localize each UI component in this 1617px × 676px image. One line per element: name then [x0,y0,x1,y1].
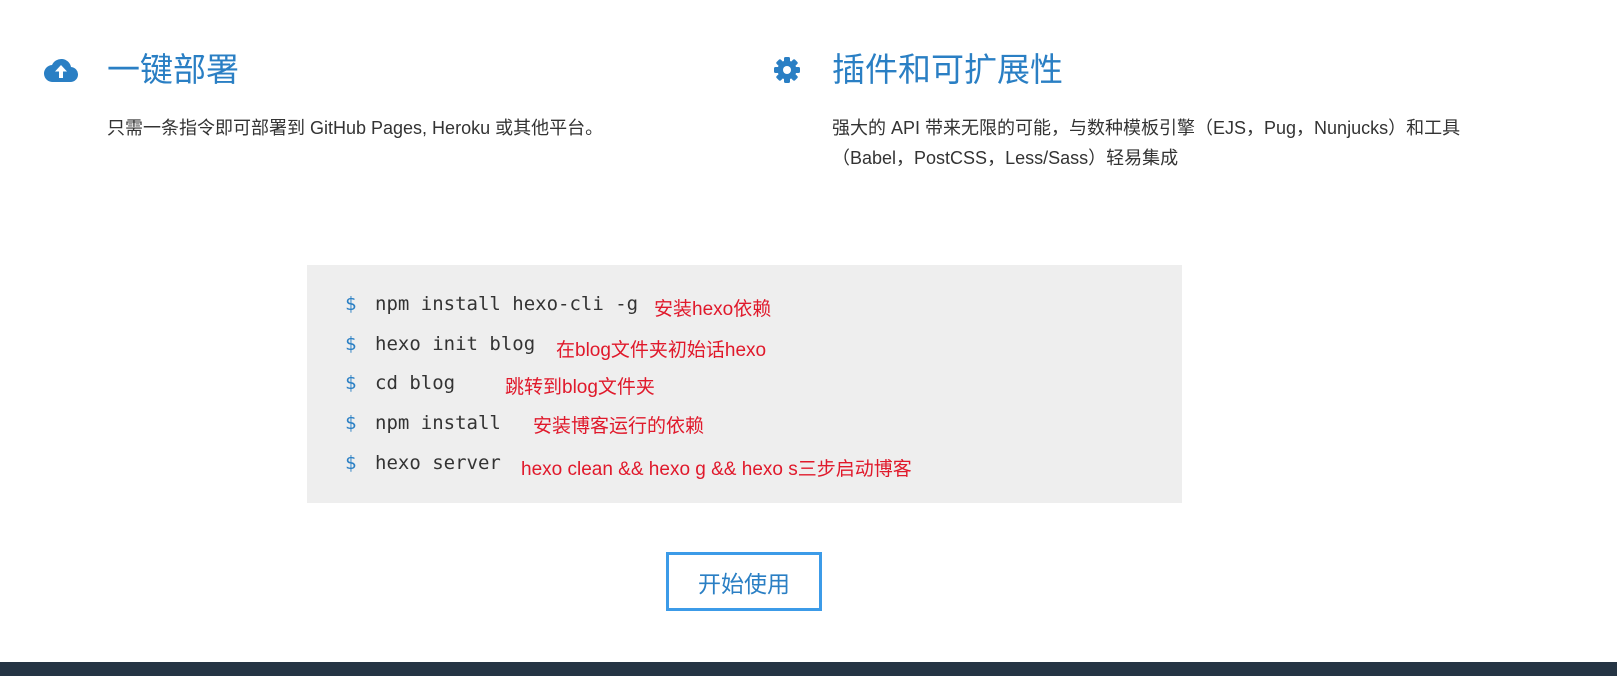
cloud-upload-icon [44,53,78,87]
code-line: $ npm install [345,408,501,438]
command-note: 安装博客运行的依赖 [533,416,705,437]
gear-icon [770,53,804,87]
command-text: cd blog [375,372,456,394]
feature-description: 强大的 API 带来无限的可能，与数种模板引擎（EJS，Pug，Nunjucks… [832,118,1461,168]
page: 一键部署 只需一条指令即可部署到 GitHub Pages, Heroku 或其… [0,0,1617,676]
feature-title: 插件和可扩展性 [832,51,1063,88]
command-text: npm install hexo-cli -g [375,293,639,315]
code-line: $ hexo init blog [345,329,535,359]
code-line: $ npm install hexo-cli -g [345,289,638,319]
feature-description: 只需一条指令即可部署到 GitHub Pages, Heroku 或其他平台。 [107,118,604,138]
prompt-symbol: $ [345,293,357,315]
command-text: hexo server [375,452,501,474]
feature-title: 一键部署 [107,51,239,88]
code-line: $ hexo server [345,448,501,478]
prompt-symbol: $ [345,412,357,434]
prompt-symbol: $ [345,452,357,474]
get-started-button[interactable]: 开始使用 [666,552,822,611]
command-text: hexo init blog [375,333,536,355]
code-line: $ cd blog [345,368,455,398]
prompt-symbol: $ [345,333,357,355]
command-note: 跳转到blog文件夹 [505,377,655,398]
command-note: hexo clean && hexo g && hexo s三步启动博客 [521,459,912,480]
command-note: 安装hexo依赖 [654,299,772,320]
prompt-symbol: $ [345,372,357,394]
command-text: npm install [375,412,501,434]
install-code-block: $ npm install hexo-cli -g 安装hexo依赖 $ hex… [307,265,1182,503]
footer-bar [0,662,1617,676]
command-note: 在blog文件夹初始话hexo [556,340,767,361]
